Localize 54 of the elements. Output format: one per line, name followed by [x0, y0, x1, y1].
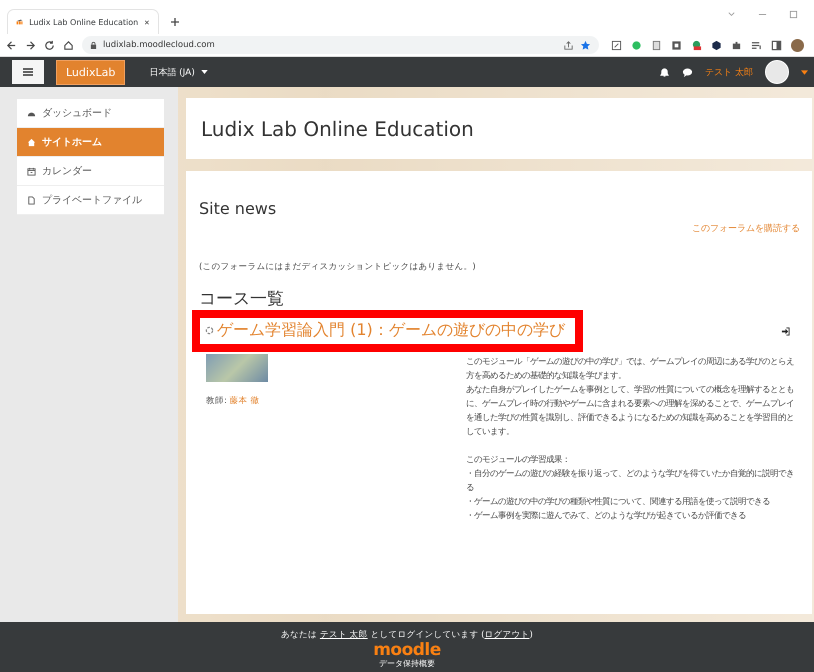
outcome-text: このモジュールの学習成果：: [466, 453, 571, 466]
caret-icon[interactable]: [200, 70, 208, 74]
logout-link[interactable]: ログアウト: [484, 630, 530, 640]
login-info: あなたは テスト 太郎 としてログインしています (ログアウト): [281, 629, 533, 641]
course-icon: [205, 326, 214, 335]
outcome-text: ・ゲーム事例を実際に遊んでみて、どのような学びが起きているか評価できる: [466, 509, 747, 522]
menu-icon[interactable]: [23, 68, 33, 76]
forward-arrow-icon[interactable]: [25, 40, 36, 50]
section-heading: Site news: [199, 199, 278, 218]
moodle-favicon-icon: [16, 17, 24, 27]
teacher-label: 教師:: [206, 396, 227, 406]
data-retention-link[interactable]: データ保持概要: [379, 659, 435, 669]
menu-button[interactable]: [12, 60, 44, 84]
summary-text: あなた自身がプレイしたゲームを事例として、学習の性質についての概念を理解するとともに、ゲームプレイ時の行動やゲームに含まれる要素への理解を深めることで、ゲームプレイを通した学びの性質を識別し、評価できるようになるための知識を高めることを学習目的としています。: [466, 383, 795, 438]
close-icon[interactable]: [144, 18, 150, 26]
sidebar-item[interactable]: プライベートファイル: [17, 186, 164, 215]
tab-title: Ludix Lab Online Education: [29, 18, 138, 26]
file-icon: [27, 196, 36, 204]
profile-avatar[interactable]: [791, 38, 804, 52]
hexagon-icon[interactable]: [711, 40, 722, 50]
home-icon: [27, 138, 36, 146]
list-icon[interactable]: [751, 40, 762, 50]
back-arrow-icon[interactable]: [6, 40, 17, 50]
user-avatar[interactable]: [765, 60, 789, 84]
calendar-icon: [27, 166, 36, 176]
language-menu[interactable]: 日本語 (JA): [149, 66, 208, 78]
summary-text: このモジュール「ゲームの遊びの中の学び」では、ゲームプレイの周辺にある学びのとらえ方を高めるための基礎的な知識を学びます。: [466, 355, 795, 382]
share-icon[interactable]: [563, 40, 574, 50]
reload-icon[interactable]: [44, 40, 55, 50]
user-name[interactable]: テスト 太郎: [705, 66, 753, 78]
bell-icon[interactable]: [659, 66, 670, 78]
empty-message: (このフォーラムにはまだディスカッショントピックはありません。): [199, 261, 477, 273]
home-icon[interactable]: [63, 40, 74, 50]
section-heading: コース一覧: [199, 288, 285, 310]
outcome-text: ・ゲームの遊びの中の学びの種類や性質について、関連する用語を使って説明できる: [466, 495, 771, 508]
user-link[interactable]: テスト 太郎: [320, 630, 368, 640]
chat-bubble-icon[interactable]: [682, 66, 694, 78]
url-text: ludixlab.moodlecloud.com: [103, 40, 215, 50]
extension-icon[interactable]: [611, 40, 622, 50]
outcome-text: ・自分のゲームの遊びの経験を振り返って、どのような学びを得ていたか自覚的に説明できる: [466, 467, 795, 494]
document-icon[interactable]: [651, 40, 662, 50]
moodle-logo[interactable]: moodle: [373, 641, 441, 659]
sidebar-icon[interactable]: [771, 40, 782, 50]
site-title: Ludix Lab Online Education: [201, 116, 474, 140]
enrol-icon[interactable]: [781, 326, 790, 336]
new-tab-icon[interactable]: [170, 17, 180, 27]
maximize-icon[interactable]: [789, 10, 798, 19]
square-icon[interactable]: [671, 40, 682, 50]
lock-icon: [90, 40, 97, 50]
chevron-down-icon[interactable]: [727, 10, 736, 19]
sidebar-item[interactable]: カレンダー: [17, 157, 164, 186]
course-image: [206, 354, 268, 382]
address-bar[interactable]: ludixlab.moodlecloud.com: [82, 36, 599, 54]
star-icon[interactable]: [580, 40, 591, 50]
